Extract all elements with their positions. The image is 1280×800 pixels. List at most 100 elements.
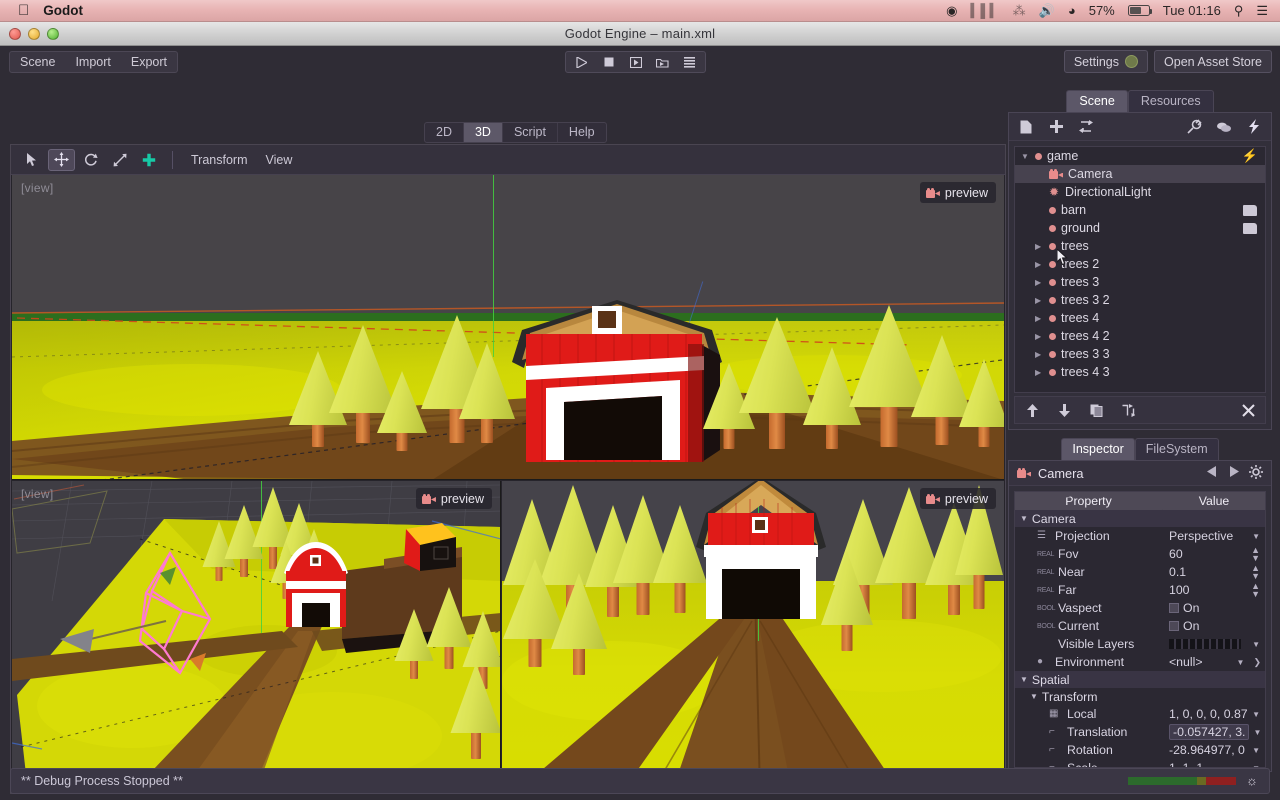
- tab-help[interactable]: Help: [558, 123, 606, 142]
- arrow-left-icon[interactable]: [1207, 466, 1218, 480]
- inspector-row-visible-layers[interactable]: Visible Layers ▼: [1015, 635, 1265, 653]
- property-checkbox[interactable]: [1169, 621, 1179, 631]
- section-expander-icon[interactable]: ▼: [1020, 675, 1028, 684]
- open-in-editor-folder-icon[interactable]: [1243, 204, 1257, 216]
- inspector-row-near[interactable]: REAL Near 0.1 ▲ ▼: [1015, 563, 1265, 581]
- spinner-arrows-icon[interactable]: ▲ ▼: [1251, 564, 1260, 580]
- section-expander-icon[interactable]: ▼: [1030, 692, 1038, 701]
- scene-tree-item-trees-3-3[interactable]: ▶ trees 3 3: [1015, 345, 1265, 363]
- inspector-property-grid[interactable]: Property Value ▼ Camera ☰ Projection Perspec…: [1014, 491, 1266, 768]
- chevron-right-icon[interactable]: ▶: [1035, 332, 1044, 341]
- chevron-down-icon[interactable]: ▼: [1252, 532, 1260, 541]
- scene-tree-item-trees[interactable]: ▶ trees: [1015, 237, 1265, 255]
- tab-2d[interactable]: 2D: [425, 123, 464, 142]
- tab-filesystem[interactable]: FileSystem: [1134, 438, 1219, 460]
- tab-inspector[interactable]: Inspector: [1061, 438, 1135, 460]
- bluetooth-icon[interactable]: ⁂: [1013, 3, 1026, 19]
- chevron-right-icon[interactable]: ▶: [1035, 350, 1044, 359]
- scene-tree-item-trees-4-3[interactable]: ▶ trees 4 3: [1015, 363, 1265, 381]
- editor-settings-button[interactable]: [676, 53, 703, 71]
- chevron-right-icon[interactable]: ▶: [1035, 314, 1044, 323]
- spinner-arrows-icon[interactable]: ▲ ▼: [1251, 546, 1260, 562]
- spotlight-search-icon[interactable]: ⚲: [1234, 3, 1244, 19]
- scene-tree-item-trees-3[interactable]: ▶ trees 3: [1015, 273, 1265, 291]
- viewport-bl-preview-badge[interactable]: preview: [415, 488, 492, 509]
- inspector-section-spatial[interactable]: ▼ Spatial: [1015, 671, 1265, 688]
- rotate-tool-button[interactable]: [77, 149, 104, 171]
- inspector-row-projection[interactable]: ☰ Projection Perspective ▼: [1015, 527, 1265, 545]
- wifi-icon[interactable]: ◕: [1068, 3, 1076, 18]
- tab-3d[interactable]: 3D: [463, 123, 503, 142]
- inspector-row-current[interactable]: BOOL Current On: [1015, 617, 1265, 635]
- script-bolt-icon[interactable]: [1245, 118, 1263, 136]
- open-asset-store-button[interactable]: Open Asset Store: [1154, 50, 1272, 73]
- close-x-icon[interactable]: [1239, 401, 1257, 419]
- duplicate-icon[interactable]: [1087, 401, 1105, 419]
- record-icon[interactable]: ◉: [946, 3, 957, 19]
- arrow-right-icon[interactable]: [1228, 466, 1239, 480]
- viewport-bottom-left[interactable]: [view] preview: [12, 481, 501, 792]
- snap-tool-button[interactable]: [135, 149, 162, 171]
- play-current-scene-button[interactable]: [622, 53, 649, 71]
- equalizer-icon[interactable]: ▍▌▍: [970, 3, 999, 19]
- chevron-down-icon[interactable]: ▼: [1252, 710, 1260, 719]
- plug-icon[interactable]: [1185, 118, 1203, 136]
- notification-center-icon[interactable]: ☰: [1256, 3, 1268, 19]
- gear-icon[interactable]: [1249, 464, 1263, 482]
- groups-icon[interactable]: [1215, 118, 1233, 136]
- tab-script[interactable]: Script: [503, 123, 558, 142]
- viewport-top[interactable]: [view] preview: [12, 175, 1004, 480]
- chevron-right-icon[interactable]: ❯: [1253, 657, 1261, 668]
- move-tool-button[interactable]: [48, 148, 75, 171]
- inspector-section-camera[interactable]: ▼ Camera: [1015, 510, 1265, 527]
- script-bolt-icon[interactable]: ⚡: [1242, 148, 1258, 164]
- transform-menu[interactable]: Transform: [183, 153, 256, 167]
- chevron-right-icon[interactable]: ▶: [1035, 296, 1044, 305]
- replace-icon[interactable]: [1119, 401, 1137, 419]
- visible-layers-bits[interactable]: [1169, 639, 1241, 649]
- scene-tree-item-trees-2[interactable]: ▶ trees 2: [1015, 255, 1265, 273]
- battery-icon[interactable]: [1127, 5, 1153, 16]
- chevron-right-icon[interactable]: ▶: [1035, 278, 1044, 287]
- spinner-arrows-icon[interactable]: ▲ ▼: [1251, 582, 1260, 598]
- scene-tree-item-ground[interactable]: ground: [1015, 219, 1265, 237]
- section-expander-icon[interactable]: ▼: [1020, 514, 1028, 523]
- tab-scene[interactable]: Scene: [1066, 90, 1128, 112]
- stop-button[interactable]: [595, 53, 622, 71]
- menu-import[interactable]: Import: [65, 52, 120, 72]
- inspector-row-local[interactable]: ▦ Local 1, 0, 0, 0, 0.87 ▼: [1015, 705, 1265, 723]
- inspector-row-fov[interactable]: REAL Fov 60 ▲ ▼: [1015, 545, 1265, 563]
- scene-tree[interactable]: ▼ game ⚡ Camera ✹ DirectionalLight barn ground ▶…: [1014, 146, 1266, 393]
- scene-tree-item-camera[interactable]: Camera: [1015, 165, 1265, 183]
- scene-tree-item-game[interactable]: ▼ game ⚡: [1015, 147, 1265, 165]
- plus-icon[interactable]: [1047, 118, 1065, 136]
- play-scene-button[interactable]: [568, 53, 595, 71]
- arrow-down-icon[interactable]: [1055, 401, 1073, 419]
- inspector-section-transform[interactable]: ▼ Transform: [1015, 688, 1265, 705]
- open-in-editor-folder-icon[interactable]: [1243, 222, 1257, 234]
- chevron-down-icon[interactable]: ▼: [1021, 152, 1030, 161]
- chevron-right-icon[interactable]: ▶: [1035, 242, 1044, 251]
- inspector-row-far[interactable]: REAL Far 100 ▲ ▼: [1015, 581, 1265, 599]
- viewport-bottom-right[interactable]: preview: [502, 481, 1004, 792]
- chevron-down-icon[interactable]: ▼: [1237, 658, 1245, 667]
- scale-tool-button[interactable]: [106, 149, 133, 171]
- clock-label[interactable]: Tue 01:16: [1163, 3, 1221, 18]
- settings-button[interactable]: Settings: [1063, 50, 1149, 73]
- inspector-row-scale[interactable]: ⌐ Scale 1, 1, 1 ▼: [1015, 759, 1265, 767]
- select-tool-button[interactable]: [19, 149, 46, 171]
- scene-tree-item-trees-3-2[interactable]: ▶ trees 3 2: [1015, 291, 1265, 309]
- chevron-right-icon[interactable]: ▶: [1035, 260, 1044, 269]
- inspector-row-rotation[interactable]: ⌐ Rotation -28.964977, 0 ▼: [1015, 741, 1265, 759]
- scene-tree-item-barn[interactable]: barn: [1015, 201, 1265, 219]
- menu-scene[interactable]: Scene: [10, 52, 65, 72]
- scene-tree-item-trees-4-2[interactable]: ▶ trees 4 2: [1015, 327, 1265, 345]
- arrow-up-icon[interactable]: [1023, 401, 1041, 419]
- viewport-top-preview-badge[interactable]: preview: [919, 182, 996, 203]
- inspector-row-vaspect[interactable]: BOOL Vaspect On: [1015, 599, 1265, 617]
- menu-export[interactable]: Export: [121, 52, 177, 72]
- chevron-down-icon[interactable]: ▼: [1252, 746, 1260, 755]
- apple-logo-icon[interactable]: : [18, 3, 29, 18]
- volume-icon[interactable]: 🔊: [1039, 3, 1055, 19]
- scene-tree-item-directionallight[interactable]: ✹ DirectionalLight: [1015, 183, 1265, 201]
